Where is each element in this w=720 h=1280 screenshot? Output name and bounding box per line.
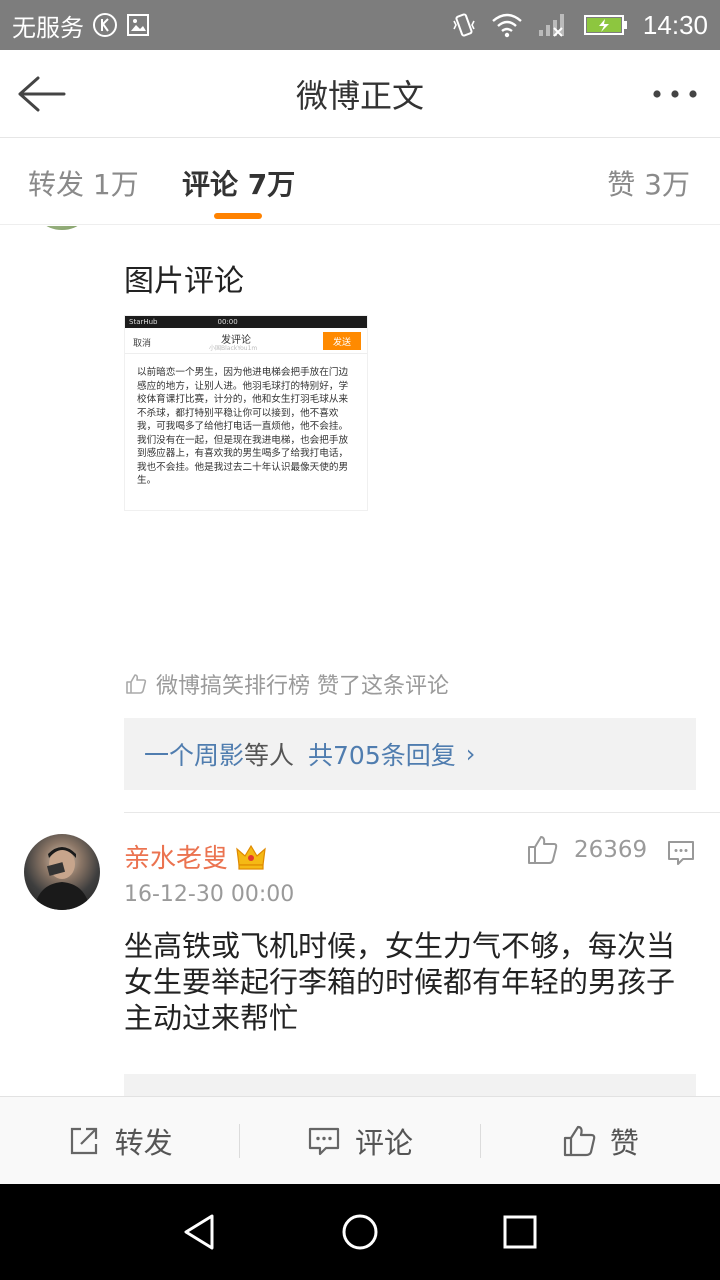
nav-home-icon bbox=[342, 1214, 378, 1250]
thumb-up-icon bbox=[528, 836, 558, 864]
comment-label: 评论 bbox=[354, 1125, 413, 1160]
replies-etc-text: 等人 bbox=[244, 741, 295, 770]
back-button[interactable] bbox=[16, 70, 72, 118]
image-send-label: 发送 bbox=[323, 332, 361, 350]
action-bar: 转发 评论 赞 bbox=[0, 1096, 720, 1184]
tab-like[interactable]: 赞 3万 bbox=[607, 163, 690, 203]
replies-count-link[interactable]: 共705条回复 bbox=[308, 736, 456, 772]
page-title: 微博正文 bbox=[295, 76, 424, 115]
comment-date: 16-12-30 00:00 bbox=[124, 882, 295, 907]
comment-body: 坐高铁或飞机时候，女生力气不够，每次当女生要举起行李箱的时候都有年轻的男孩子主动… bbox=[124, 929, 676, 1035]
replies-summary[interactable]: 一个周影 等人 共705条回复 › bbox=[124, 718, 696, 790]
signal-icon bbox=[537, 12, 569, 38]
status-right: 14:30 bbox=[451, 10, 708, 41]
comment-divider bbox=[124, 812, 720, 813]
comment-reply-button[interactable] bbox=[666, 838, 696, 868]
avatar[interactable] bbox=[24, 834, 100, 910]
image-topbar: 取消 发评论 小国BlackYou1m 发送 bbox=[125, 328, 367, 354]
comment-button[interactable]: 评论 bbox=[240, 1097, 479, 1184]
avatar[interactable] bbox=[30, 226, 94, 230]
more-button[interactable] bbox=[650, 76, 700, 112]
system-nav-bar bbox=[0, 1184, 720, 1280]
comment-like-count: 26369 bbox=[574, 837, 648, 863]
k-icon bbox=[92, 12, 118, 38]
liked-by-line: 微博搞笑排行榜 赞了这条评论 bbox=[124, 668, 449, 700]
nav-recent-icon bbox=[503, 1215, 537, 1249]
comment-icon bbox=[668, 841, 694, 865]
nav-back-button[interactable] bbox=[170, 1202, 230, 1262]
comment-image[interactable]: StarHub 00:00 取消 发评论 小国BlackYou1m 发送 以前暗… bbox=[124, 315, 368, 511]
share-icon bbox=[70, 1127, 97, 1154]
thumb-up-icon bbox=[126, 674, 147, 694]
like-label: 赞 bbox=[609, 1125, 639, 1160]
nav-home-button[interactable] bbox=[330, 1202, 390, 1262]
status-bar: 无服务 14:30 bbox=[0, 0, 720, 50]
comment-icon bbox=[308, 1127, 340, 1155]
repost-button[interactable]: 转发 bbox=[0, 1097, 239, 1184]
thumb-up-icon bbox=[563, 1125, 596, 1156]
nav-back-icon bbox=[184, 1214, 214, 1250]
replies-user-link[interactable]: 一个周影 bbox=[144, 736, 244, 772]
image-icon bbox=[126, 13, 150, 37]
image-cancel-label: 取消 bbox=[133, 339, 152, 349]
chevron-right-icon: › bbox=[465, 740, 476, 768]
tab-active-indicator bbox=[214, 213, 262, 219]
back-arrow-icon bbox=[18, 76, 66, 112]
status-left: 无服务 bbox=[12, 8, 150, 43]
replies-summary[interactable] bbox=[124, 1074, 696, 1096]
carrier-text: 无服务 bbox=[12, 13, 84, 42]
vibrate-icon bbox=[451, 12, 477, 38]
more-icon bbox=[653, 90, 697, 98]
app-header: 微博正文 bbox=[0, 50, 720, 138]
image-body-text: 以前暗恋一个男生，因为他进电梯会把手放在门边感应的地方，让别人进。他羽毛球打的特… bbox=[137, 367, 349, 486]
image-subtitle: 小国BlackYou1m bbox=[209, 345, 258, 352]
repost-label: 转发 bbox=[114, 1125, 173, 1160]
comment-like-button[interactable]: 26369 bbox=[526, 834, 647, 866]
username[interactable]: 亲水老叟 bbox=[124, 838, 266, 875]
like-button[interactable]: 赞 bbox=[481, 1097, 720, 1184]
tab-bar: 转发 1万 评论 7万 赞 3万 bbox=[0, 139, 720, 225]
nav-recent-button[interactable] bbox=[490, 1202, 550, 1262]
clock-text: 14:30 bbox=[642, 9, 708, 40]
image-status-bar: StarHub 00:00 bbox=[125, 316, 367, 328]
battery-icon bbox=[583, 12, 629, 38]
tab-comment[interactable]: 评论 7万 bbox=[182, 163, 295, 203]
crown-icon bbox=[236, 844, 266, 870]
wifi-icon bbox=[491, 12, 523, 38]
image-time: 00:00 bbox=[217, 318, 238, 326]
username-text[interactable]: 亲水老叟 bbox=[124, 838, 228, 875]
comment-list[interactable]: 图片评论 StarHub 00:00 取消 发评论 小国BlackYou1m 发… bbox=[0, 226, 720, 1096]
tab-repost[interactable]: 转发 1万 bbox=[28, 163, 139, 203]
liked-by-text: 微博搞笑排行榜 赞了这条评论 bbox=[156, 674, 449, 699]
comment-text: 图片评论 bbox=[124, 264, 244, 299]
image-carrier: StarHub bbox=[129, 318, 158, 326]
